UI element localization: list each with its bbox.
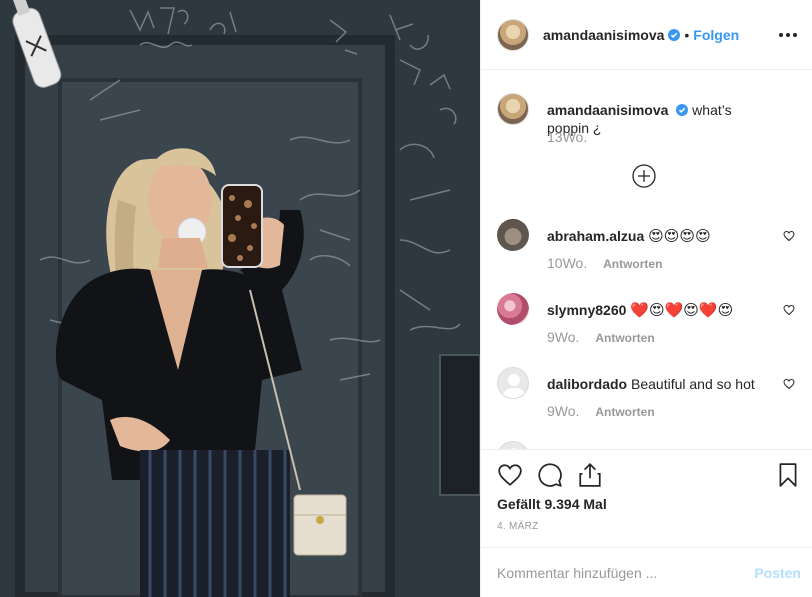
comment-text-line: abraham.alzua 😍😍😍😍: [547, 227, 767, 245]
comments-list[interactable]: amandaanisimova what’s poppin ¿ 13Wo. ab…: [481, 71, 812, 449]
post-photo[interactable]: [0, 0, 480, 597]
post-date[interactable]: 4. MÄRZ: [497, 521, 539, 532]
comment-like-heart-icon[interactable]: [783, 230, 795, 242]
caption: amandaanisimova what’s poppin ¿ 13Wo.: [497, 93, 797, 153]
comment-username[interactable]: slymny8260: [547, 302, 626, 318]
comment-age: 9Wo.: [547, 403, 580, 419]
comment-input[interactable]: [497, 562, 737, 584]
reply-button[interactable]: Antworten: [595, 405, 654, 419]
author-avatar[interactable]: [497, 18, 529, 51]
comment-text: ❤️😍❤️😍❤️😍: [630, 301, 734, 319]
commenter-avatar[interactable]: [497, 219, 529, 251]
comment-item: slymny8260 ❤️😍❤️😍❤️😍 9Wo. Antworten: [497, 293, 797, 353]
likes-count[interactable]: Gefällt 9.394 Mal: [497, 496, 607, 512]
post-comment-button[interactable]: Posten: [754, 565, 801, 581]
more-options-icon[interactable]: [779, 28, 797, 42]
comment-text: 😍😍😍😍: [648, 227, 711, 245]
comment-icon[interactable]: [537, 462, 563, 488]
bookmark-icon[interactable]: [775, 462, 801, 488]
load-more-comments-icon[interactable]: [632, 164, 656, 188]
reply-button[interactable]: Antworten: [595, 331, 654, 345]
follow-button[interactable]: Folgen: [693, 27, 739, 43]
mirror-selfie-illustration: [0, 0, 480, 597]
separator-dot: •: [684, 26, 690, 43]
verified-badge-icon: [676, 104, 689, 116]
commenter-avatar[interactable]: [497, 293, 529, 325]
commenter-avatar[interactable]: [497, 367, 529, 399]
instagram-post: amandaanisimova • Folgen amandaanisimova: [0, 0, 812, 597]
reply-button[interactable]: Antworten: [603, 257, 662, 271]
post-header: amandaanisimova • Folgen: [481, 0, 812, 70]
caption-username[interactable]: amandaanisimova: [547, 102, 668, 118]
comment-text-line: slymny8260 ❤️😍❤️😍❤️😍: [547, 301, 767, 319]
comment-username[interactable]: dalibordado: [547, 376, 627, 392]
comment-username[interactable]: abraham.alzua: [547, 228, 644, 244]
comment-item: dalibordado Beautiful and so hot 9Wo. An…: [497, 367, 797, 427]
caption-avatar[interactable]: [497, 93, 529, 125]
post-details-panel: amandaanisimova • Folgen amandaanisimova: [480, 0, 812, 597]
comment-like-heart-icon[interactable]: [783, 378, 795, 390]
verified-badge-icon: [668, 28, 681, 41]
caption-age: 13Wo.: [547, 129, 588, 145]
heart-icon[interactable]: [497, 462, 523, 488]
post-actions: Gefällt 9.394 Mal 4. MÄRZ: [481, 449, 812, 547]
comment-age: 9Wo.: [547, 329, 580, 345]
commenter-avatar[interactable]: [497, 441, 529, 449]
author-username[interactable]: amandaanisimova: [543, 27, 664, 43]
comment-age: 10Wo.: [547, 255, 588, 271]
comment-composer: Posten: [481, 547, 812, 597]
comment-text-line: dalibordado Beautiful and so hot: [547, 375, 767, 393]
comment-like-heart-icon[interactable]: [783, 304, 795, 316]
share-icon[interactable]: [577, 462, 603, 488]
comment-text: Beautiful and so hot: [631, 376, 755, 392]
comment-item: abraham.alzua 😍😍😍😍 10Wo. Antworten: [497, 219, 797, 279]
